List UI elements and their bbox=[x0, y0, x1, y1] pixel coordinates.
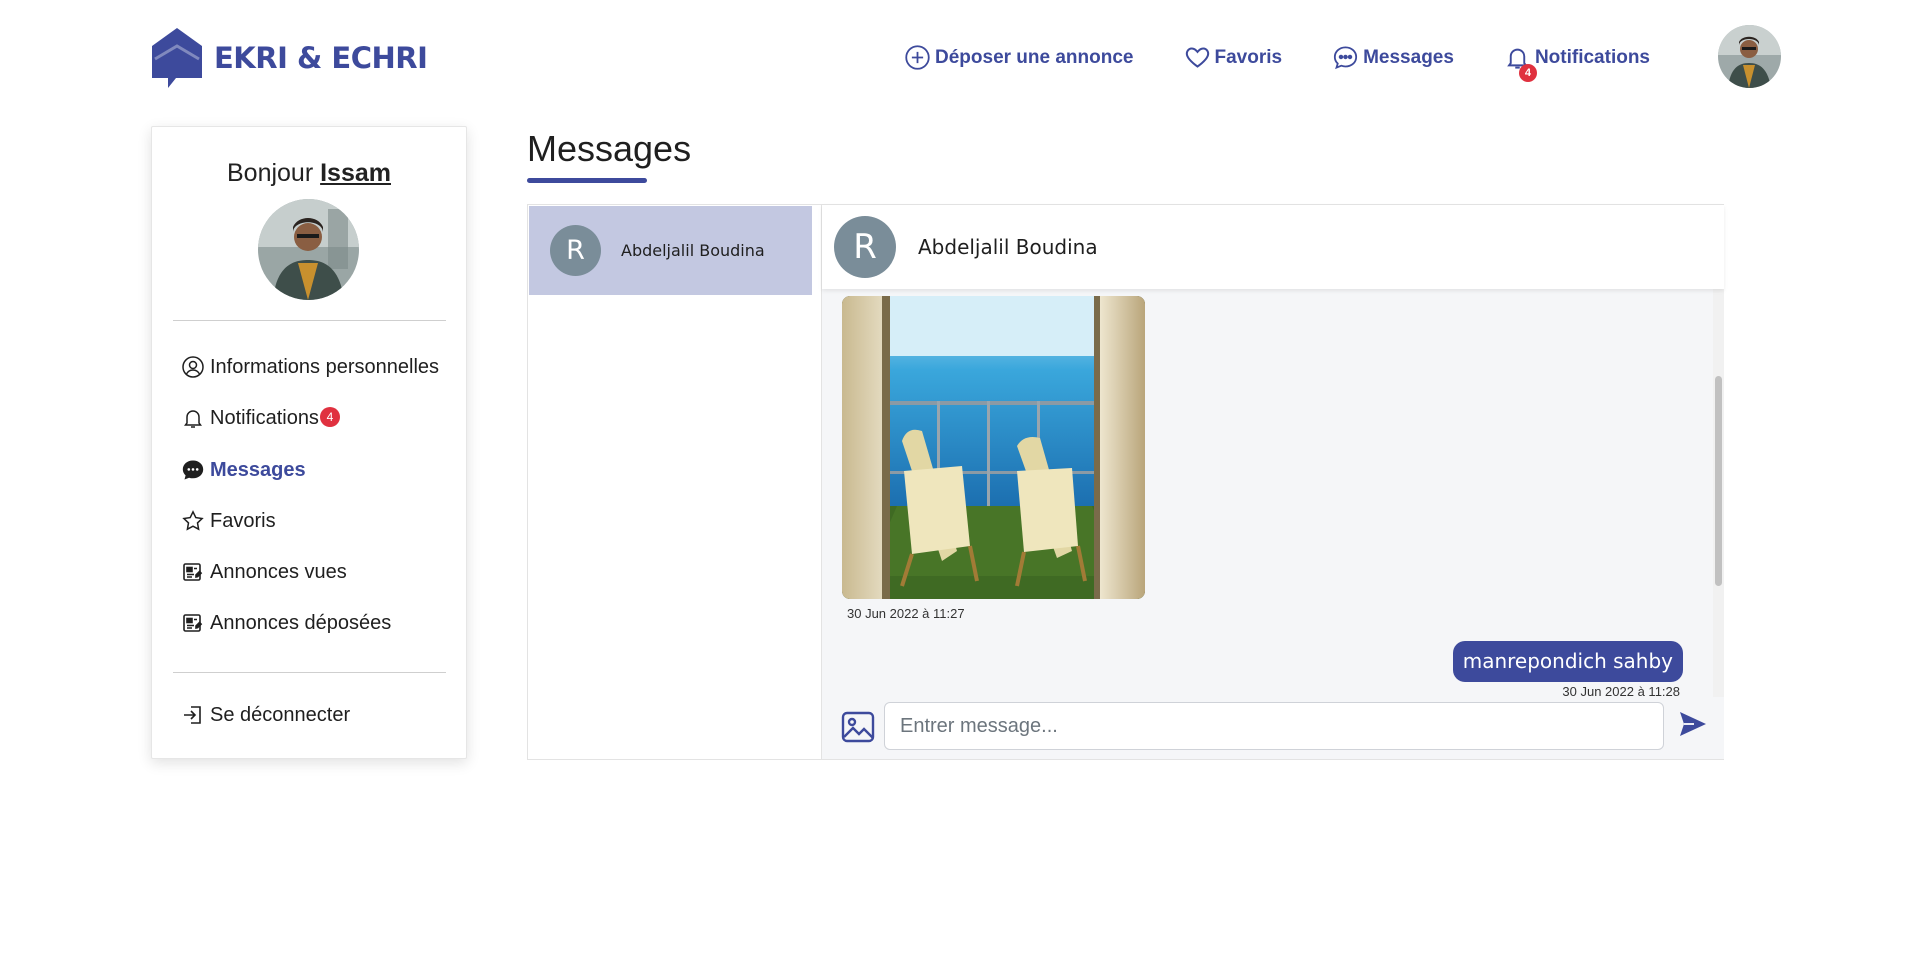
house-logo-icon bbox=[152, 28, 202, 88]
title-underline bbox=[527, 178, 647, 183]
logout-label: Se déconnecter bbox=[210, 703, 351, 726]
top-header: EKRI & ECHRI Déposer une annonce Favoris… bbox=[0, 0, 1920, 118]
sidebar-item-label: Annonces vues bbox=[210, 560, 347, 583]
image-upload-icon[interactable] bbox=[841, 710, 875, 744]
chat-contact-name: Abdeljalil Boudina bbox=[918, 235, 1098, 259]
profile-photo bbox=[258, 199, 359, 300]
user-avatar[interactable] bbox=[1718, 25, 1781, 88]
message-bubble: manrepondich sahby bbox=[1452, 641, 1683, 682]
sidebar-item-posted-ads[interactable]: Annonces déposées bbox=[181, 611, 391, 635]
conversation-name: Abdeljalil Boudina bbox=[621, 241, 765, 260]
sidebar-item-label: Notifications bbox=[210, 406, 319, 429]
chat-icon bbox=[182, 460, 204, 480]
message-input[interactable] bbox=[884, 702, 1664, 750]
listing-icon bbox=[183, 563, 203, 581]
conversation-list: R Abdeljalil Boudina bbox=[528, 205, 822, 759]
greeting: Bonjour Issam bbox=[152, 159, 466, 188]
main-nav: Déposer une annonce Favoris Messages 4 N… bbox=[904, 44, 1650, 82]
sidebar-item-label: Favoris bbox=[210, 509, 276, 532]
message-composer bbox=[822, 697, 1724, 759]
sidebar-item-label: Informations personnelles bbox=[210, 355, 440, 378]
nav-notifications[interactable]: 4 Notifications bbox=[1504, 44, 1650, 82]
sidebar-item-label: Annonces déposées bbox=[210, 611, 392, 634]
message-thread[interactable]: 30 Jun 2022 à 11:27 manrepondich sahby 3… bbox=[822, 289, 1713, 697]
greeting-prefix: Bonjour bbox=[226, 159, 314, 187]
sidebar-item-messages[interactable]: Messages bbox=[181, 458, 306, 482]
nav-notifications-label: Notifications bbox=[1534, 46, 1650, 68]
sidebar-item-label: Messages bbox=[210, 458, 306, 481]
notification-badge: 4 bbox=[1518, 64, 1537, 82]
star-icon bbox=[182, 510, 204, 531]
message-timestamp: 30 Jun 2022 à 11:28 bbox=[1562, 684, 1680, 697]
greeting-username[interactable]: Issam bbox=[320, 159, 391, 187]
bell-icon bbox=[184, 410, 202, 428]
nav-messages[interactable]: Messages bbox=[1332, 44, 1454, 71]
brand-name: EKRI & ECHRI bbox=[214, 41, 428, 75]
logout-button[interactable]: Se déconnecter bbox=[181, 703, 350, 727]
brand-logo[interactable]: EKRI & ECHRI bbox=[150, 26, 428, 90]
sidebar-item-notifications[interactable]: Notifications 4 bbox=[181, 406, 340, 430]
chat-dots-icon bbox=[1334, 46, 1358, 70]
message-image[interactable] bbox=[842, 296, 1145, 599]
contact-avatar: R bbox=[834, 216, 896, 278]
nav-post-ad[interactable]: Déposer une annonce bbox=[904, 44, 1134, 71]
nav-post-ad-label: Déposer une annonce bbox=[935, 46, 1134, 68]
sidebar-divider bbox=[173, 320, 446, 321]
user-circle-icon bbox=[182, 356, 204, 378]
message-timestamp: 30 Jun 2022 à 11:27 bbox=[847, 606, 965, 621]
page-title: Messages bbox=[527, 128, 692, 169]
sidebar-divider bbox=[173, 672, 446, 673]
scrollbar-thumb[interactable] bbox=[1715, 376, 1722, 586]
chat-panel: R Abdeljalil Boudina R Abdeljalil Boudin… bbox=[527, 204, 1724, 760]
contact-avatar: R bbox=[550, 225, 601, 276]
nav-messages-label: Messages bbox=[1363, 46, 1454, 68]
conversation-item[interactable]: R Abdeljalil Boudina bbox=[529, 206, 812, 295]
send-icon[interactable] bbox=[1678, 709, 1708, 739]
account-sidebar: Bonjour Issam Informations personnelles … bbox=[151, 126, 467, 759]
logout-icon bbox=[184, 706, 201, 724]
chat-header: R Abdeljalil Boudina bbox=[822, 205, 1724, 289]
nav-favorites-label: Favoris bbox=[1214, 46, 1283, 68]
listing-icon bbox=[183, 614, 203, 632]
nav-favorites[interactable]: Favoris bbox=[1184, 44, 1283, 71]
balcony-photo bbox=[842, 296, 1145, 599]
profile-photo bbox=[1718, 25, 1781, 88]
thread-scrollbar[interactable] bbox=[1713, 289, 1724, 697]
plus-circle-icon bbox=[905, 45, 930, 70]
notification-badge: 4 bbox=[319, 407, 340, 427]
heart-icon bbox=[1185, 47, 1209, 68]
sidebar-item-favorites[interactable]: Favoris bbox=[181, 509, 276, 533]
sidebar-item-personal-info[interactable]: Informations personnelles bbox=[181, 355, 439, 379]
sidebar-item-viewed-ads[interactable]: Annonces vues bbox=[181, 560, 347, 584]
sidebar-avatar bbox=[258, 199, 359, 300]
